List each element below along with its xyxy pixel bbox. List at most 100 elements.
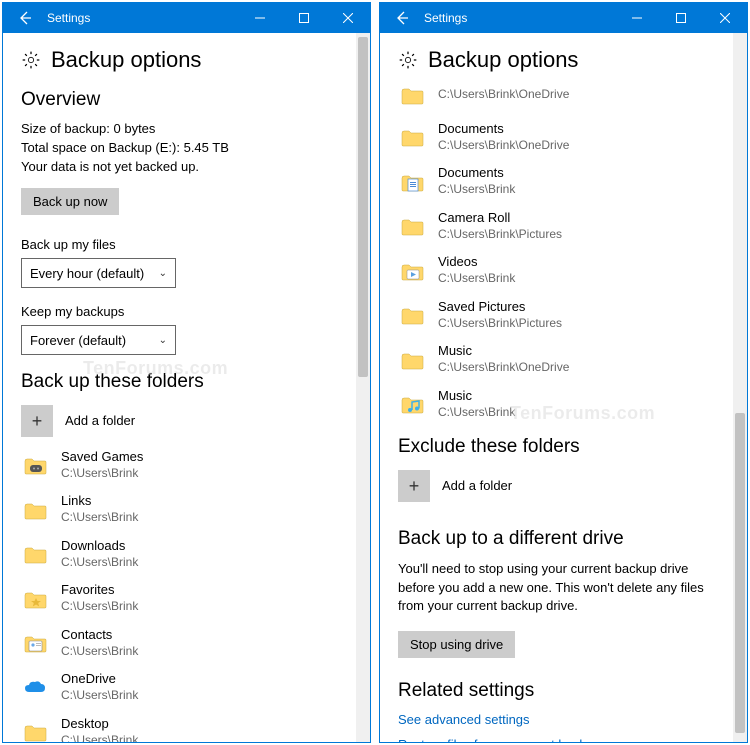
folder-path: C:\Users\Brink xyxy=(61,555,138,571)
minimize-icon xyxy=(632,13,642,23)
list-item[interactable]: DocumentsC:\Users\Brink xyxy=(398,165,715,197)
plus-icon: + xyxy=(398,470,430,502)
folder-icon xyxy=(398,123,426,151)
add-folder-label: Add a folder xyxy=(65,413,135,430)
folder-path: C:\Users\Brink\OneDrive xyxy=(438,87,569,103)
list-item[interactable]: ContactsC:\Users\Brink xyxy=(21,627,338,659)
folder-name: Links xyxy=(61,493,138,510)
folder-icon xyxy=(398,301,426,329)
back-button[interactable] xyxy=(380,3,424,33)
scroll-thumb[interactable] xyxy=(735,413,745,733)
folder-path: C:\Users\Brink\OneDrive xyxy=(438,138,569,154)
backup-space: Total space on Backup (E:): 5.45 TB xyxy=(21,140,338,155)
close-button[interactable] xyxy=(326,3,370,33)
scroll-thumb[interactable] xyxy=(358,37,368,377)
maximize-button[interactable] xyxy=(659,3,703,33)
plus-icon: + xyxy=(21,405,53,437)
content-area: Backup options C:\Users\Brink\OneDrive D… xyxy=(380,33,733,742)
folder-name: Favorites xyxy=(61,582,138,599)
restore-files-link[interactable]: Restore files from a current backup xyxy=(398,737,715,742)
saved-games-icon xyxy=(21,451,49,479)
list-item[interactable]: DesktopC:\Users\Brink xyxy=(21,716,338,742)
list-item[interactable]: DownloadsC:\Users\Brink xyxy=(21,538,338,570)
page-title: Backup options xyxy=(428,47,578,73)
different-drive-heading: Back up to a different drive xyxy=(398,528,715,550)
maximize-button[interactable] xyxy=(282,3,326,33)
window-title: Settings xyxy=(47,11,238,25)
close-button[interactable] xyxy=(703,3,747,33)
backup-size: Size of backup: 0 bytes xyxy=(21,121,338,136)
folder-icon xyxy=(21,718,49,742)
list-item[interactable]: MusicC:\Users\Brink\OneDrive xyxy=(398,343,715,375)
backup-now-button[interactable]: Back up now xyxy=(21,188,119,215)
list-item[interactable]: DocumentsC:\Users\Brink\OneDrive xyxy=(398,121,715,153)
folder-name: Music xyxy=(438,388,515,405)
folder-name: Saved Games xyxy=(61,449,143,466)
scrollbar[interactable] xyxy=(356,33,370,742)
folder-icon xyxy=(398,81,426,109)
folder-path: C:\Users\Brink xyxy=(61,644,138,660)
related-settings-heading: Related settings xyxy=(398,680,715,702)
folder-icon xyxy=(21,540,49,568)
titlebar: Settings xyxy=(380,3,747,33)
list-item[interactable]: Camera RollC:\Users\Brink\Pictures xyxy=(398,210,715,242)
chevron-down-icon: ⌄ xyxy=(159,335,167,346)
frequency-label: Back up my files xyxy=(21,237,338,252)
list-item[interactable]: Saved GamesC:\Users\Brink xyxy=(21,449,338,481)
list-item[interactable]: C:\Users\Brink\OneDrive xyxy=(398,81,715,109)
folder-name: Music xyxy=(438,343,569,360)
settings-window-left: Settings Backup options Overview Size of… xyxy=(2,2,371,743)
stop-using-drive-button[interactable]: Stop using drive xyxy=(398,631,515,658)
folder-name: OneDrive xyxy=(61,671,138,688)
content-area: Backup options Overview Size of backup: … xyxy=(3,33,356,742)
back-arrow-icon xyxy=(17,10,33,26)
scrollbar[interactable] xyxy=(733,33,747,742)
maximize-icon xyxy=(299,13,309,23)
folder-name: Camera Roll xyxy=(438,210,562,227)
contacts-icon xyxy=(21,629,49,657)
advanced-settings-link[interactable]: See advanced settings xyxy=(398,712,715,727)
list-item[interactable]: Saved PicturesC:\Users\Brink\Pictures xyxy=(398,299,715,331)
favorites-icon xyxy=(21,585,49,613)
list-item[interactable]: FavoritesC:\Users\Brink xyxy=(21,582,338,614)
folder-name: Documents xyxy=(438,121,569,138)
frequency-select[interactable]: Every hour (default) ⌄ xyxy=(21,258,176,288)
folder-name: Contacts xyxy=(61,627,138,644)
back-button[interactable] xyxy=(3,3,47,33)
folder-path: C:\Users\Brink xyxy=(61,599,138,615)
folder-path: C:\Users\Brink xyxy=(61,510,138,526)
folder-name: Desktop xyxy=(61,716,138,733)
keep-select[interactable]: Forever (default) ⌄ xyxy=(21,325,176,355)
folder-icon xyxy=(398,212,426,240)
overview-heading: Overview xyxy=(21,89,338,111)
folder-path: C:\Users\Brink\Pictures xyxy=(438,227,562,243)
folder-path: C:\Users\Brink\OneDrive xyxy=(438,360,569,376)
add-folder-row[interactable]: + Add a folder xyxy=(21,405,338,437)
folder-path: C:\Users\Brink xyxy=(61,733,138,742)
close-icon xyxy=(720,13,730,23)
minimize-button[interactable] xyxy=(238,3,282,33)
back-arrow-icon xyxy=(394,10,410,26)
folder-icon xyxy=(21,496,49,524)
folder-name: Documents xyxy=(438,165,515,182)
folder-name: Downloads xyxy=(61,538,138,555)
list-item[interactable]: OneDriveC:\Users\Brink xyxy=(21,671,338,703)
maximize-icon xyxy=(676,13,686,23)
folder-icon xyxy=(398,346,426,374)
exclude-heading: Exclude these folders xyxy=(398,436,715,458)
chevron-down-icon: ⌄ xyxy=(159,268,167,279)
list-item[interactable]: LinksC:\Users\Brink xyxy=(21,493,338,525)
add-folder-label: Add a folder xyxy=(442,478,512,495)
folder-name: Videos xyxy=(438,254,515,271)
keep-value: Forever (default) xyxy=(30,333,126,348)
page-title: Backup options xyxy=(51,47,201,73)
frequency-value: Every hour (default) xyxy=(30,266,144,281)
list-item[interactable]: MusicC:\Users\Brink xyxy=(398,388,715,420)
add-folder-row[interactable]: + Add a folder xyxy=(398,470,715,502)
folder-path: C:\Users\Brink xyxy=(438,271,515,287)
backup-status: Your data is not yet backed up. xyxy=(21,159,338,174)
minimize-button[interactable] xyxy=(615,3,659,33)
documents-icon xyxy=(398,168,426,196)
list-item[interactable]: VideosC:\Users\Brink xyxy=(398,254,715,286)
folder-path: C:\Users\Brink xyxy=(61,466,143,482)
